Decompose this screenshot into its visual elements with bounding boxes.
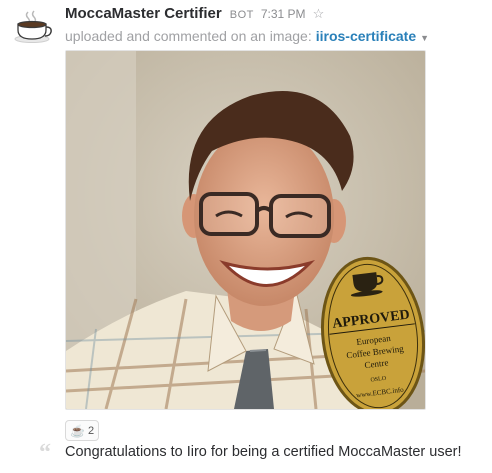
file-name-link[interactable]: iiros-certificate <box>316 28 416 44</box>
coffee-emoji-icon: ☕ <box>70 423 85 438</box>
action-text: uploaded and commented on an image: <box>65 28 312 44</box>
sender-name[interactable]: MoccaMaster Certifier <box>65 5 222 22</box>
reaction-count: 2 <box>87 424 95 437</box>
coffee-cup-icon[interactable] <box>12 8 54 44</box>
image-preview[interactable]: APPROVED European Coffee Brewing Centre … <box>65 50 426 410</box>
reaction-coffee[interactable]: ☕ 2 <box>65 420 100 441</box>
bot-badge: BOT <box>229 9 254 21</box>
message-timestamp[interactable]: 7:31 PM <box>261 7 306 21</box>
file-comment: Congratulations to Iiro for being a cert… <box>65 444 462 460</box>
quote-icon: “ <box>39 440 51 466</box>
star-icon[interactable]: ☆ <box>313 6 325 22</box>
caret-down-icon[interactable]: ▼ <box>420 33 429 43</box>
